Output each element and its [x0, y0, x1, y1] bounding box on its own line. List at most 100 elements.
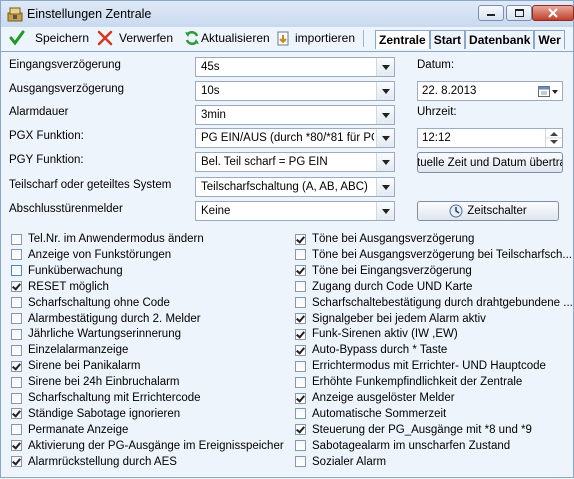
option-checkbox-row[interactable]: Alarmrückstellung durch AES — [11, 454, 177, 470]
option-checkbox-row[interactable]: Töne bei Ausgangsverzögerung — [295, 231, 474, 247]
option-checkbox-row[interactable]: Scharfschaltung mit Errichtercode — [11, 390, 201, 406]
pgx-function-select[interactable]: PG EIN/AUS (durch *80/*81 für PGX — [195, 128, 395, 148]
checkbox[interactable] — [11, 233, 22, 245]
tab-wer[interactable]: Wer — [534, 30, 565, 49]
checkbox[interactable] — [295, 424, 306, 436]
checkbox[interactable] — [11, 344, 22, 356]
spinner-arrows-icon[interactable] — [546, 129, 562, 147]
minimize-button[interactable] — [478, 5, 504, 21]
option-checkbox-row[interactable]: Anzeige von Funkstörungen — [11, 247, 171, 263]
option-checkbox-row[interactable]: Töne bei Eingangsverzögerung — [295, 263, 472, 279]
option-checkbox-row[interactable]: Automatische Sommerzeit — [295, 406, 446, 422]
option-checkbox-row[interactable]: Funküberwachung — [11, 263, 123, 279]
closing-door-detector-select[interactable]: Keine — [195, 201, 395, 221]
checkbox[interactable] — [295, 297, 306, 309]
checkbox[interactable] — [295, 392, 306, 404]
checkbox[interactable] — [11, 313, 22, 324]
pgy-function-select[interactable]: Bel. Teil scharf = PG EIN — [195, 152, 395, 172]
chevron-down-icon[interactable] — [376, 82, 394, 100]
checkbox[interactable] — [11, 456, 22, 468]
option-checkbox-row[interactable]: Aktivierung der PG-Ausgänge im Ereigniss… — [11, 438, 284, 454]
option-checkbox-row[interactable]: Jährliche Wartungserinnerung — [11, 326, 181, 342]
option-checkbox-row[interactable]: Alarmbestätigung durch 2. Melder — [11, 311, 201, 327]
option-checkbox-row[interactable]: Erhöhte Funkempfindlichkeit der Zentrale — [295, 374, 522, 390]
tab-datenbank[interactable]: Datenbank — [465, 30, 535, 49]
checkbox[interactable] — [295, 440, 306, 452]
option-checkbox-row[interactable]: RESET möglich — [11, 279, 109, 295]
checkbox[interactable] — [295, 376, 306, 388]
checkbox-label: Signalgeber bei jedem Alarm aktiv — [312, 312, 486, 325]
timer-button[interactable]: Zeitschalter — [417, 201, 559, 221]
option-checkbox-row[interactable]: Funk-Sirenen aktiv (IW ,EW) — [295, 326, 458, 342]
option-checkbox-row[interactable]: Anzeige ausgelöster Melder — [295, 390, 455, 406]
option-checkbox-row[interactable]: Einzelalarmanzeige — [11, 342, 128, 358]
option-checkbox-row[interactable]: Errichtermodus mit Errichter- UND Hauptc… — [295, 358, 546, 374]
close-button[interactable] — [532, 5, 574, 21]
checkbox[interactable] — [295, 456, 306, 468]
chevron-down-icon[interactable] — [376, 58, 394, 76]
option-checkbox-row[interactable]: Auto-Bypass durch * Taste — [295, 342, 447, 358]
checkbox-label: Steuerung der PG_Ausgänge mit *8 und *9 — [312, 423, 532, 436]
refresh-button[interactable]: Aktualisieren — [184, 27, 270, 49]
option-checkbox-row[interactable]: Steuerung der PG_Ausgänge mit *8 und *9 — [295, 422, 532, 438]
option-checkbox-row[interactable]: Sozialer Alarm — [295, 454, 386, 470]
checkbox[interactable] — [295, 265, 306, 277]
checkbox[interactable] — [11, 297, 22, 309]
discard-button[interactable]: Verwerfen — [97, 27, 173, 49]
option-checkbox-row[interactable]: Scharfschaltung ohne Code — [11, 295, 170, 311]
checkbox[interactable] — [295, 344, 306, 356]
option-checkbox-row[interactable]: Signalgeber bei jedem Alarm aktiv — [295, 311, 486, 327]
date-picker[interactable]: 22. 8.2013 — [417, 81, 563, 101]
chevron-down-icon[interactable] — [376, 153, 394, 171]
option-checkbox-row[interactable]: Ständige Sabotage ignorieren — [11, 406, 180, 422]
checkbox[interactable] — [11, 424, 22, 436]
chevron-down-icon[interactable] — [376, 106, 394, 124]
option-checkbox-row[interactable]: Sirene bei 24h Einbruchalarm — [11, 374, 180, 390]
save-button[interactable]: Speichern — [9, 27, 89, 49]
checkbox[interactable] — [295, 281, 306, 293]
setting-label: PGY Funktion: — [9, 154, 84, 166]
option-checkbox-row[interactable]: Zugang durch Code UND Karte — [295, 279, 472, 295]
checkbox[interactable] — [295, 360, 306, 372]
checkbox[interactable] — [11, 281, 22, 293]
option-checkbox-row[interactable]: Scharfschaltebestätigung durch drahtgebu… — [295, 295, 573, 311]
option-checkbox-row[interactable]: Tel.Nr. im Anwendermodus ändern — [11, 231, 204, 247]
checkbox[interactable] — [11, 249, 22, 261]
checkbox[interactable] — [11, 392, 22, 404]
settings-panel: Eingangsverzögerung 45s Ausgangsverzöger… — [1, 51, 573, 479]
checkbox[interactable] — [11, 265, 22, 277]
option-checkbox-row[interactable]: Töne bei Ausgangsverzögerung bei Teilsch… — [295, 247, 572, 263]
maximize-button[interactable] — [506, 5, 532, 21]
chevron-down-icon[interactable] — [376, 129, 394, 147]
tab-zentrale[interactable]: Zentrale — [375, 30, 430, 49]
checkbox[interactable] — [295, 408, 306, 420]
exit-delay-select[interactable]: 10s — [195, 81, 395, 101]
select-value: 3min — [201, 109, 226, 121]
option-checkbox-row[interactable]: Sirene bei Panikalarm — [11, 358, 141, 374]
checkbox-label: Alarmrückstellung durch AES — [28, 455, 177, 468]
checkbox[interactable] — [11, 328, 22, 340]
checkbox[interactable] — [295, 313, 306, 324]
checkbox[interactable] — [11, 408, 22, 420]
option-checkbox-row[interactable]: Permanate Anzeige — [11, 422, 128, 438]
transfer-time-date-button[interactable]: tuelle Zeit und Datum übertrag — [417, 152, 563, 173]
alarm-duration-select[interactable]: 3min — [195, 105, 395, 125]
entry-delay-select[interactable]: 45s — [195, 57, 395, 77]
checkbox[interactable] — [295, 233, 306, 245]
partial-arm-select[interactable]: Teilscharfschaltung (A, AB, ABC) — [195, 177, 395, 197]
checkbox[interactable] — [295, 249, 306, 261]
calendar-icon[interactable] — [537, 84, 559, 98]
checkbox[interactable] — [11, 440, 22, 452]
chevron-down-icon[interactable] — [376, 202, 394, 220]
option-checkbox-row[interactable]: Sabotagealarm im unscharfen Zustand — [295, 438, 510, 454]
checkbox-label: Töne bei Ausgangsverzögerung — [312, 233, 475, 245]
chevron-down-icon[interactable] — [376, 178, 394, 196]
tab-start[interactable]: Start — [429, 30, 466, 49]
checkbox[interactable] — [11, 376, 22, 388]
checkbox-label: RESET möglich — [28, 280, 109, 293]
import-button[interactable]: importieren — [275, 27, 355, 49]
select-value: PG EIN/AUS (durch *80/*81 für PGX — [201, 132, 374, 144]
checkbox[interactable] — [11, 360, 22, 372]
time-spinner[interactable]: 12:12 — [417, 128, 563, 148]
checkbox[interactable] — [295, 328, 306, 340]
